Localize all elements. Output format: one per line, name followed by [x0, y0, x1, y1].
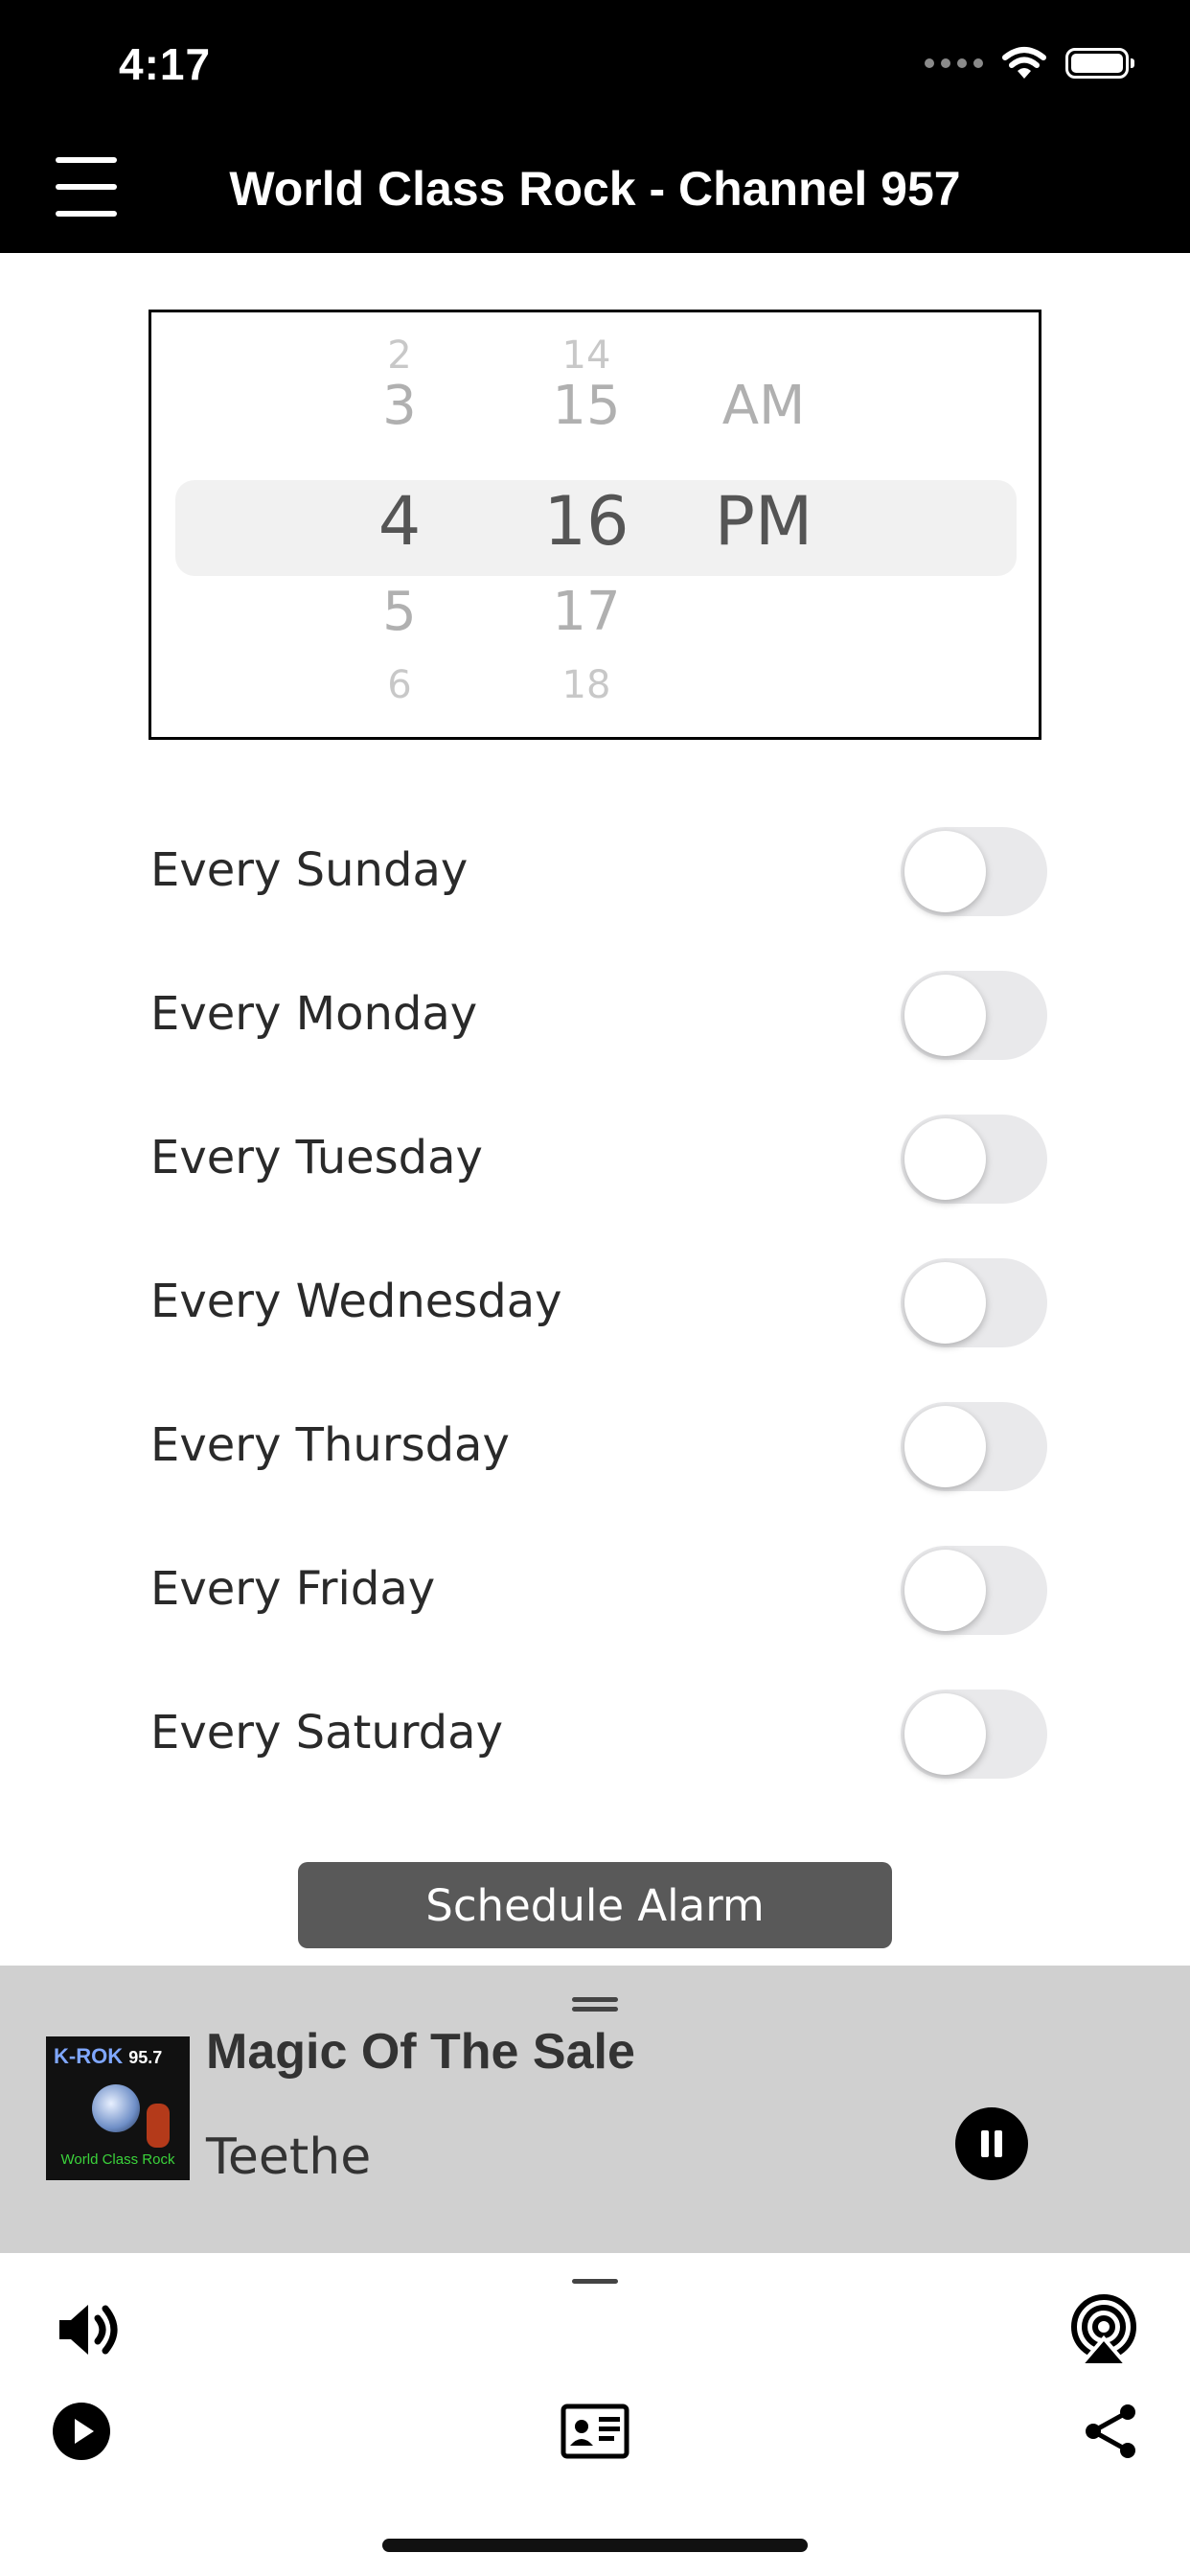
drag-handle-line	[572, 2007, 618, 2012]
picker-period[interactable]: AM	[722, 375, 806, 437]
play-icon[interactable]	[52, 2402, 111, 2461]
drag-handle-icon[interactable]	[572, 1997, 618, 2002]
picker-hour[interactable]: 5	[382, 581, 417, 643]
picker-minute-selected[interactable]: 16	[543, 482, 629, 561]
day-label-monday: Every Monday	[150, 987, 478, 1041]
toggle-knob	[904, 831, 986, 912]
contact-card-icon[interactable]	[561, 2404, 629, 2459]
toggle-knob	[904, 1693, 986, 1775]
day-label-tuesday: Every Tuesday	[150, 1131, 483, 1184]
song-artist: Teethe	[206, 2128, 372, 2186]
toggle-monday[interactable]	[901, 971, 1047, 1060]
album-art: K-ROK 95.7 World Class Rock	[46, 2036, 190, 2180]
airplay-icon[interactable]	[1067, 2294, 1140, 2367]
picker-minute[interactable]: 14	[562, 334, 611, 378]
wifi-icon	[1002, 47, 1046, 79]
time-picker[interactable]: 2 3 4 5 6 14 15 16 17 18 AM PM	[149, 310, 1041, 740]
toggle-knob	[904, 1550, 986, 1631]
status-icons	[925, 44, 1134, 82]
picker-hour-selected[interactable]: 4	[378, 482, 422, 561]
day-label-saturday: Every Saturday	[150, 1706, 503, 1760]
toggle-knob	[904, 1406, 986, 1487]
toggle-knob	[904, 1118, 986, 1200]
now-playing-bar[interactable]: K-ROK 95.7 World Class Rock Magic Of The…	[0, 1966, 1190, 2253]
day-label-thursday: Every Thursday	[150, 1418, 510, 1472]
toggle-knob	[904, 975, 986, 1056]
toggle-sunday[interactable]	[901, 827, 1047, 916]
day-label-friday: Every Friday	[150, 1562, 436, 1616]
toggle-thursday[interactable]	[901, 1402, 1047, 1491]
picker-minute[interactable]: 18	[562, 663, 611, 707]
picker-minute[interactable]: 17	[552, 581, 620, 643]
toggle-friday[interactable]	[901, 1546, 1047, 1635]
album-art-tagline: World Class Rock	[60, 2151, 175, 2168]
day-label-wednesday: Every Wednesday	[150, 1275, 562, 1328]
page-title: World Class Rock - Channel 957	[229, 162, 961, 216]
cellular-signal-icon	[925, 58, 983, 68]
share-icon[interactable]	[1081, 2401, 1140, 2462]
day-label-sunday: Every Sunday	[150, 843, 469, 897]
picker-hour[interactable]: 6	[387, 663, 411, 707]
volume-icon[interactable]	[54, 2295, 123, 2364]
status-time: 4:17	[119, 39, 212, 89]
moon-graphic	[92, 2084, 140, 2132]
picker-hour[interactable]: 2	[387, 334, 411, 378]
toggle-knob	[904, 1262, 986, 1344]
battery-icon	[1065, 48, 1134, 79]
toggle-tuesday[interactable]	[901, 1115, 1047, 1204]
picker-minute[interactable]: 15	[552, 375, 620, 437]
album-art-brand: K-ROK 95.7	[54, 2044, 163, 2068]
toggle-wednesday[interactable]	[901, 1258, 1047, 1347]
app-header: 4:17 World Class Rock - Channel 957	[0, 0, 1190, 253]
collapse-handle-icon[interactable]	[572, 2279, 618, 2284]
home-indicator	[382, 2539, 808, 2552]
picker-period-selected[interactable]: PM	[715, 482, 813, 561]
pause-icon[interactable]	[955, 2107, 1028, 2180]
guitar-graphic	[147, 2104, 170, 2148]
picker-hour[interactable]: 3	[382, 375, 417, 437]
song-title: Magic Of The Sale	[206, 2024, 635, 2080]
schedule-alarm-button[interactable]: Schedule Alarm	[298, 1862, 892, 1948]
toggle-saturday[interactable]	[901, 1690, 1047, 1779]
